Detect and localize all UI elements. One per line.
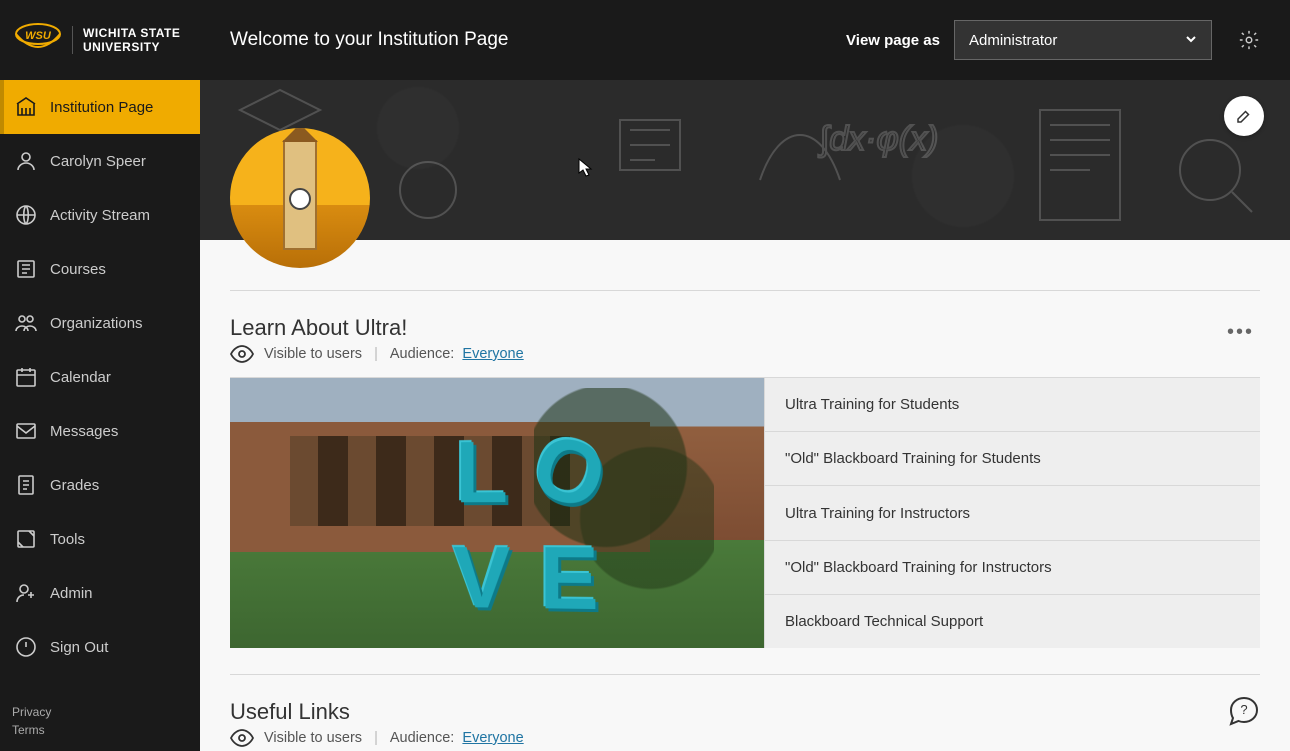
section-meta: Visible to users | Audience: Everyone: [230, 729, 524, 747]
module-link-label: Ultra Training for Students: [785, 396, 959, 413]
sidebar-item-label: Activity Stream: [50, 207, 150, 224]
module-link-label: "Old" Blackboard Training for Students: [785, 450, 1041, 467]
svg-text:WSU: WSU: [25, 30, 52, 42]
sidebar: WSU Wichita State University Institution…: [0, 0, 200, 751]
module-link-label: Blackboard Technical Support: [785, 613, 983, 630]
visibility-text: Visible to users: [264, 346, 362, 362]
audience-link[interactable]: Everyone: [462, 346, 523, 362]
sidebar-item-label: Messages: [50, 423, 118, 440]
sidebar-footer: Privacy Terms: [0, 695, 200, 751]
module-links: Ultra Training for Students "Old" Blackb…: [764, 378, 1260, 648]
globe-icon: [12, 203, 40, 227]
sidebar-item-label: Carolyn Speer: [50, 153, 146, 170]
divider: [230, 290, 1260, 291]
sidebar-item-label: Tools: [50, 531, 85, 548]
sidebar-item-label: Calendar: [50, 369, 111, 386]
logo[interactable]: WSU Wichita State University: [0, 0, 200, 80]
main: ∫dx·φ(x) Learn About Ultra!: [200, 80, 1290, 751]
page-title: Welcome to your Institution Page: [230, 29, 846, 51]
course-icon: [12, 257, 40, 281]
terms-link[interactable]: Terms: [12, 723, 188, 737]
logo-icon: WSU: [14, 20, 62, 60]
sidebar-item-label: Courses: [50, 261, 106, 278]
sidebar-item-signout[interactable]: Sign Out: [0, 620, 200, 674]
section-title: Learn About Ultra!: [230, 315, 524, 341]
module-link[interactable]: "Old" Blackboard Training for Instructor…: [764, 541, 1260, 595]
audience-link[interactable]: Everyone: [462, 730, 523, 746]
topbar: Welcome to your Institution Page View pa…: [200, 0, 1290, 80]
edit-banner-button[interactable]: [1224, 96, 1264, 136]
banner: ∫dx·φ(x): [200, 80, 1290, 240]
sidebar-item-institution[interactable]: Institution Page: [0, 80, 200, 134]
module-body-1: LOVE Ultra Training for Students "Old" B…: [230, 377, 1260, 648]
audience-label: Audience:: [390, 730, 455, 746]
institution-avatar[interactable]: [230, 128, 370, 268]
sidebar-item-grades[interactable]: Grades: [0, 458, 200, 512]
sidebar-item-tools[interactable]: Tools: [0, 512, 200, 566]
gear-icon: [1238, 29, 1260, 51]
calendar-icon: [12, 365, 40, 389]
module-link[interactable]: "Old" Blackboard Training for Students: [764, 432, 1260, 486]
help-chat-button[interactable]: ?: [1222, 689, 1266, 733]
view-as-label: View page as: [846, 32, 940, 49]
svg-text:?: ?: [1240, 702, 1247, 717]
sidebar-item-label: Sign Out: [50, 639, 108, 656]
section-meta: Visible to users | Audience: Everyone: [230, 345, 524, 363]
org-icon: [12, 311, 40, 335]
module-link[interactable]: Ultra Training for Students: [764, 378, 1260, 432]
mail-icon: [12, 419, 40, 443]
more-button[interactable]: •••: [1221, 315, 1260, 350]
role-select[interactable]: Administrator: [954, 20, 1212, 60]
institution-icon: [12, 95, 40, 119]
content: Learn About Ultra! Visible to users | Au…: [200, 240, 1290, 751]
admin-icon: [12, 581, 40, 605]
sidebar-item-messages[interactable]: Messages: [0, 404, 200, 458]
eye-icon: [230, 729, 254, 747]
separator: |: [374, 730, 378, 746]
module-image: LOVE: [230, 378, 764, 648]
role-select-value: Administrator: [969, 32, 1057, 49]
user-icon: [12, 149, 40, 173]
separator: |: [374, 346, 378, 362]
chevron-down-icon: [1185, 32, 1197, 49]
grades-icon: [12, 473, 40, 497]
pencil-icon: [1235, 107, 1253, 125]
sidebar-item-label: Institution Page: [50, 99, 153, 116]
more-icon: •••: [1227, 321, 1254, 343]
section-head-1: Learn About Ultra! Visible to users | Au…: [230, 315, 1260, 363]
audience-label: Audience:: [390, 346, 455, 362]
eye-icon: [230, 345, 254, 363]
privacy-link[interactable]: Privacy: [12, 705, 188, 719]
sidebar-item-organizations[interactable]: Organizations: [0, 296, 200, 350]
module-link-label: "Old" Blackboard Training for Instructor…: [785, 559, 1052, 576]
tools-icon: [12, 527, 40, 551]
nav-list: Institution Page Carolyn Speer Activity …: [0, 80, 200, 695]
module-link[interactable]: Ultra Training for Instructors: [764, 486, 1260, 540]
section-title: Useful Links: [230, 699, 524, 725]
signout-icon: [12, 635, 40, 659]
module-link[interactable]: Blackboard Technical Support: [764, 595, 1260, 648]
divider: [230, 674, 1260, 675]
sidebar-item-activity[interactable]: Activity Stream: [0, 188, 200, 242]
sidebar-item-courses[interactable]: Courses: [0, 242, 200, 296]
sidebar-item-label: Admin: [50, 585, 93, 602]
svg-text:∫dx·φ(x): ∫dx·φ(x): [818, 120, 938, 158]
visibility-text: Visible to users: [264, 730, 362, 746]
sidebar-item-profile[interactable]: Carolyn Speer: [0, 134, 200, 188]
logo-text: Wichita State University: [72, 26, 180, 55]
module-link-label: Ultra Training for Instructors: [785, 505, 970, 522]
settings-button[interactable]: [1238, 29, 1260, 51]
sidebar-item-label: Grades: [50, 477, 99, 494]
sidebar-item-admin[interactable]: Admin: [0, 566, 200, 620]
sidebar-item-label: Organizations: [50, 315, 143, 332]
section-head-2: Useful Links Visible to users | Audience…: [230, 699, 1260, 747]
chat-icon: ?: [1227, 694, 1261, 728]
sidebar-item-calendar[interactable]: Calendar: [0, 350, 200, 404]
